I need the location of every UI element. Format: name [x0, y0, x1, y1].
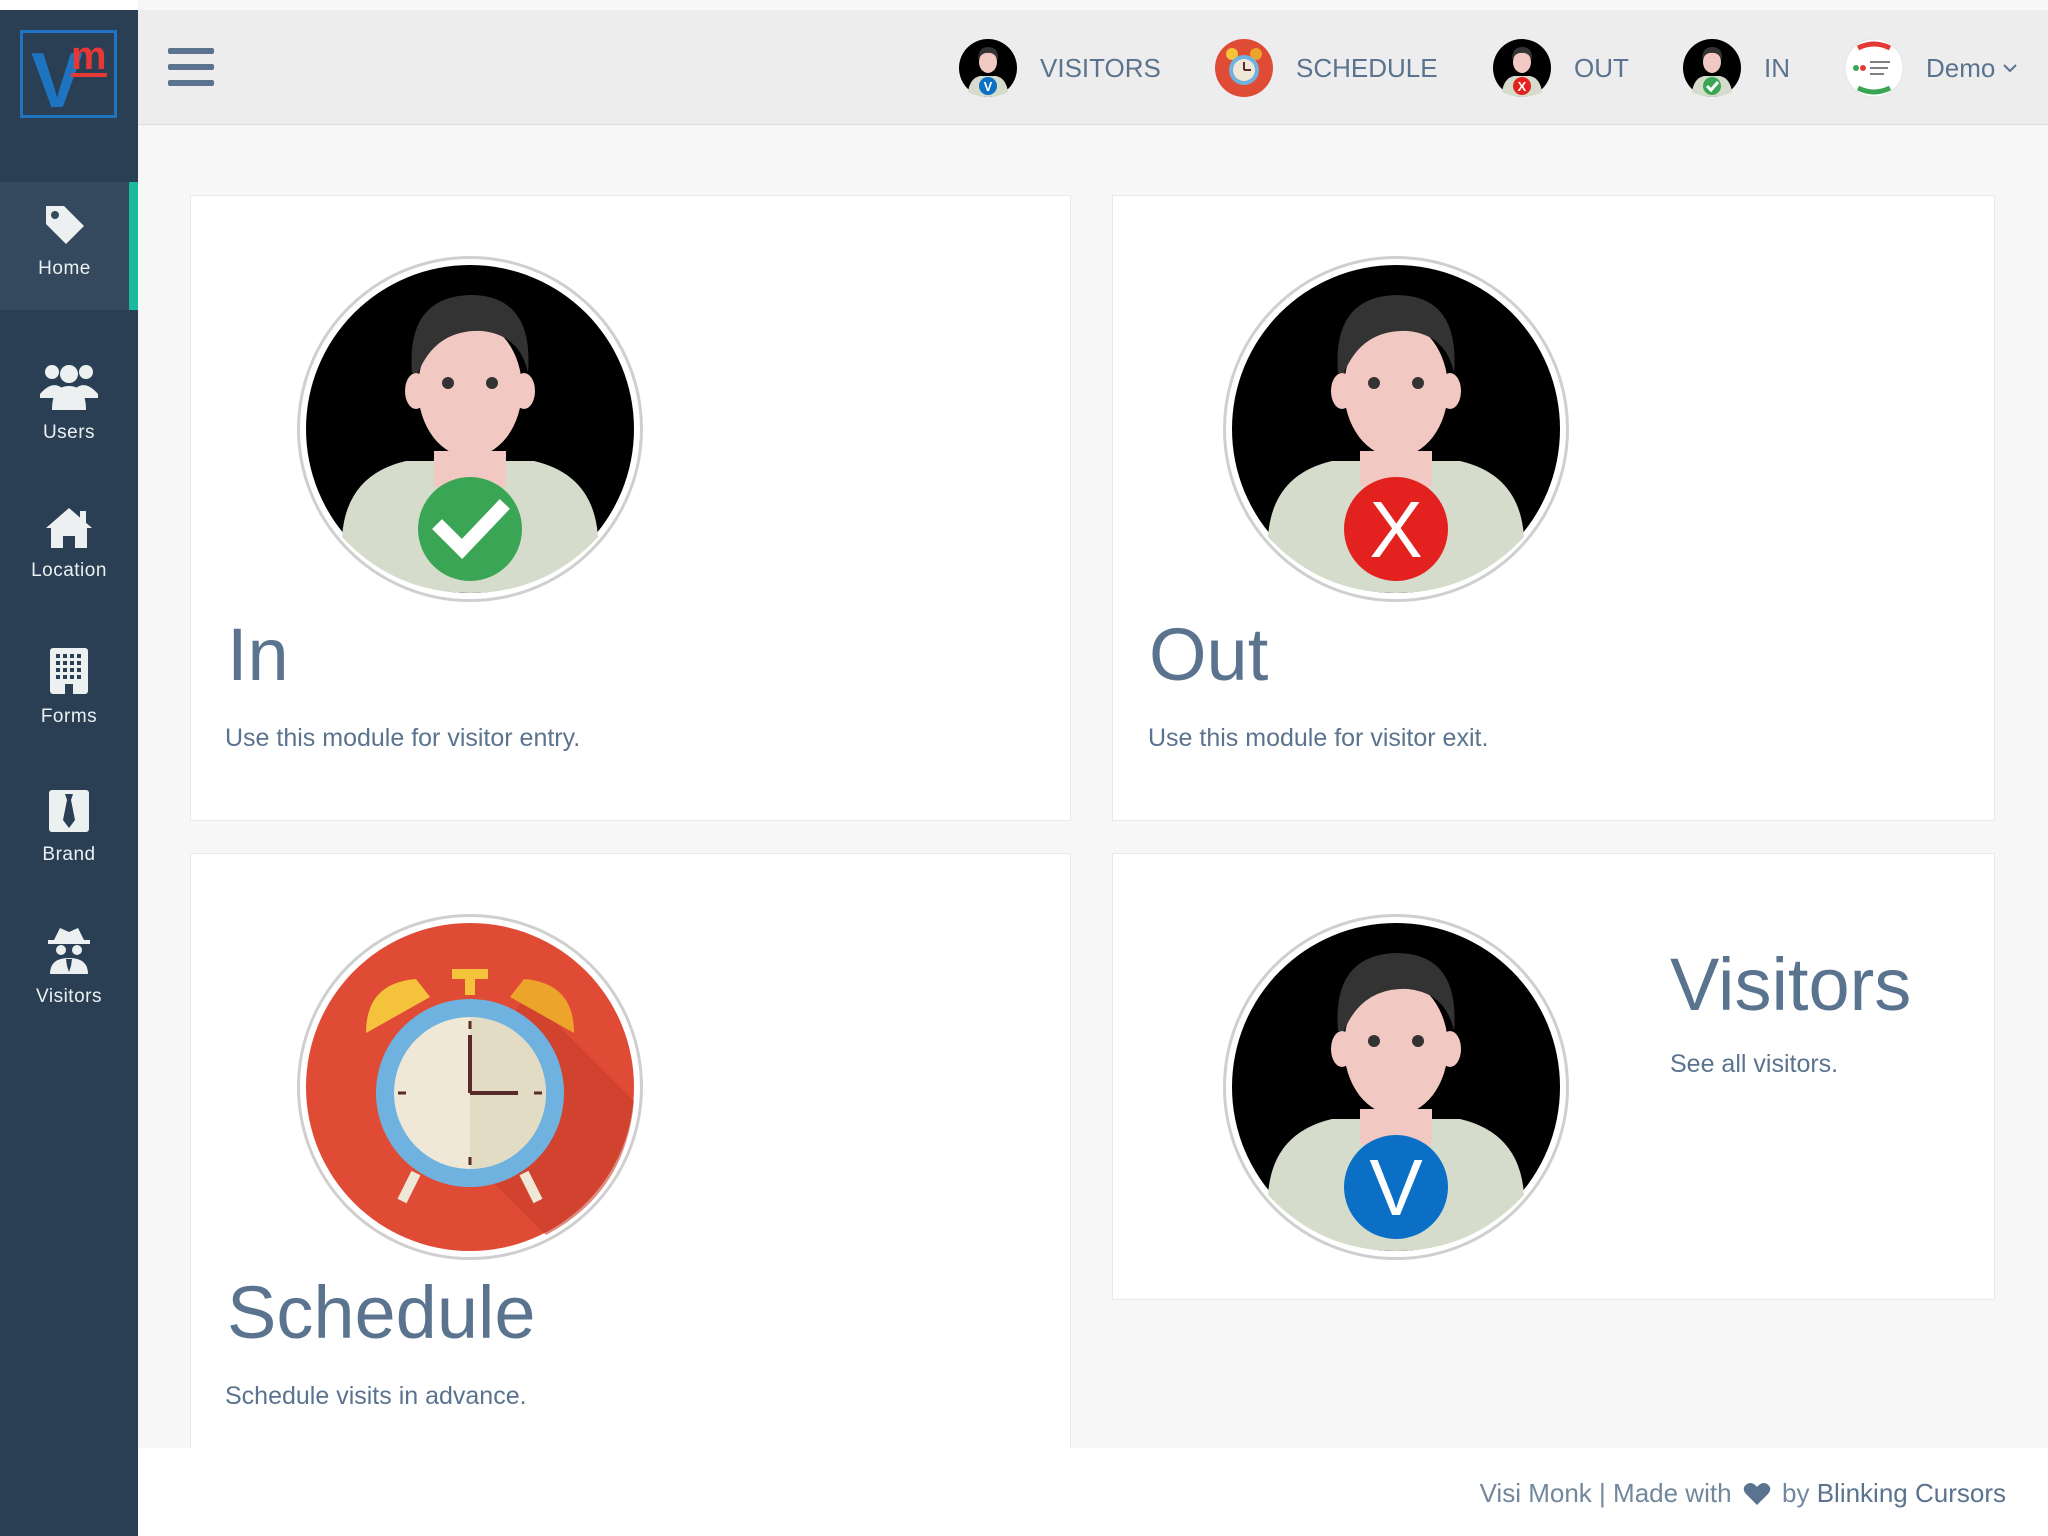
- topnav-out[interactable]: X OUT: [1492, 38, 1629, 98]
- topnav-visitors-label: VISITORS: [1040, 52, 1161, 83]
- footer-company-link[interactable]: Blinking Cursors: [1817, 1478, 2006, 1508]
- top-navbar: V VISITORS SCHEDULE X OUT IN Demo: [138, 10, 2048, 125]
- in-module-card[interactable]: In Use this module for visitor entry.: [190, 195, 1071, 821]
- sidebar-item-home[interactable]: Home: [0, 182, 138, 310]
- footer-app-name: Visi Monk: [1479, 1478, 1592, 1508]
- alarm-clock-icon: [306, 923, 634, 1251]
- topnav-schedule[interactable]: SCHEDULE: [1214, 38, 1438, 98]
- svg-text:V: V: [984, 79, 993, 94]
- tag-icon: [45, 206, 84, 244]
- sidebar-item-brand[interactable]: Brand: [0, 788, 138, 866]
- footer: Visi Monk | Made with by Blinking Cursor…: [138, 1448, 2048, 1536]
- home-icon: [46, 508, 92, 548]
- users-icon: [40, 365, 98, 410]
- in-module-title: In: [227, 613, 289, 696]
- sidebar-item-label: Users: [42, 422, 96, 443]
- visitors-module-title: Visitors: [1670, 943, 1912, 1026]
- user-menu-label: Demo: [1926, 52, 1996, 83]
- visitors-avatar: V: [1223, 914, 1569, 1260]
- spy-icon: [48, 928, 90, 974]
- heart-icon: [1743, 1483, 1771, 1505]
- user-menu[interactable]: Demo: [1844, 38, 2018, 98]
- topnav-in[interactable]: IN: [1682, 38, 1790, 98]
- app-logo[interactable]: V m: [20, 30, 117, 124]
- sidebar-item-forms[interactable]: Forms: [0, 646, 138, 728]
- out-visitor-avatar: X: [1223, 256, 1569, 602]
- topnav-schedule-label: SCHEDULE: [1296, 52, 1438, 83]
- in-module-description: Use this module for visitor entry.: [225, 724, 581, 752]
- visitor-out-avatar-icon: X: [1493, 39, 1551, 97]
- hamburger-icon[interactable]: [168, 48, 214, 88]
- out-module-card[interactable]: X Out Use this module for visitor exit.: [1112, 195, 1995, 821]
- svg-text:X: X: [1518, 79, 1527, 94]
- out-module-title: Out: [1149, 613, 1269, 696]
- visitor-in-icon: [306, 265, 634, 593]
- footer-credits: Visi Monk | Made with by Blinking Cursor…: [1480, 1478, 2006, 1509]
- topnav-in-label: IN: [1764, 52, 1790, 83]
- sidebar-item-label: Visitors: [36, 986, 102, 1007]
- visitors-module-description: See all visitors.: [1670, 1050, 1839, 1078]
- tie-icon: [49, 790, 89, 832]
- sidebar-item-label: Location: [31, 560, 107, 581]
- sidebar-item-users[interactable]: Users: [0, 360, 138, 444]
- footer-made-with: Made with: [1613, 1478, 1732, 1508]
- out-module-description: Use this module for visitor exit.: [1148, 724, 1489, 752]
- visitor-v-avatar-icon: V: [959, 39, 1017, 97]
- visitor-out-icon: X: [1232, 265, 1560, 593]
- topnav-visitors[interactable]: V VISITORS: [958, 38, 1161, 98]
- alarm-clock-icon: [1215, 39, 1273, 97]
- visitor-v-icon: V: [1232, 923, 1560, 1251]
- brand-area: V m: [0, 0, 138, 182]
- user-avatar-icon: [1844, 38, 1904, 98]
- in-visitor-avatar: [297, 256, 643, 602]
- topnav-out-label: OUT: [1574, 52, 1629, 83]
- sidebar-item-label: Home: [38, 258, 91, 279]
- footer-separator: |: [1599, 1478, 1606, 1508]
- visitor-in-avatar-icon: [1683, 39, 1741, 97]
- chevron-down-icon: [2003, 64, 2018, 73]
- svg-text:X: X: [1369, 485, 1422, 574]
- sidebar: V m Home Users Location Forms Brand Visi…: [0, 0, 138, 1536]
- schedule-module-description: Schedule visits in advance.: [225, 1382, 527, 1410]
- footer-by: by: [1782, 1478, 1810, 1508]
- svg-text:m: m: [71, 34, 107, 78]
- sidebar-item-label: Forms: [40, 706, 98, 727]
- sidebar-item-visitors[interactable]: Visitors: [0, 926, 138, 1008]
- schedule-module-card[interactable]: Schedule Schedule visits in advance.: [190, 853, 1071, 1453]
- sidebar-item-label: Brand: [42, 844, 96, 865]
- building-icon: [50, 648, 88, 694]
- svg-text:V: V: [1369, 1143, 1423, 1232]
- schedule-clock-avatar: [297, 914, 643, 1260]
- schedule-module-title: Schedule: [227, 1271, 536, 1354]
- sidebar-item-location[interactable]: Location: [0, 506, 138, 582]
- visitors-module-card[interactable]: V Visitors See all visitors.: [1112, 853, 1995, 1300]
